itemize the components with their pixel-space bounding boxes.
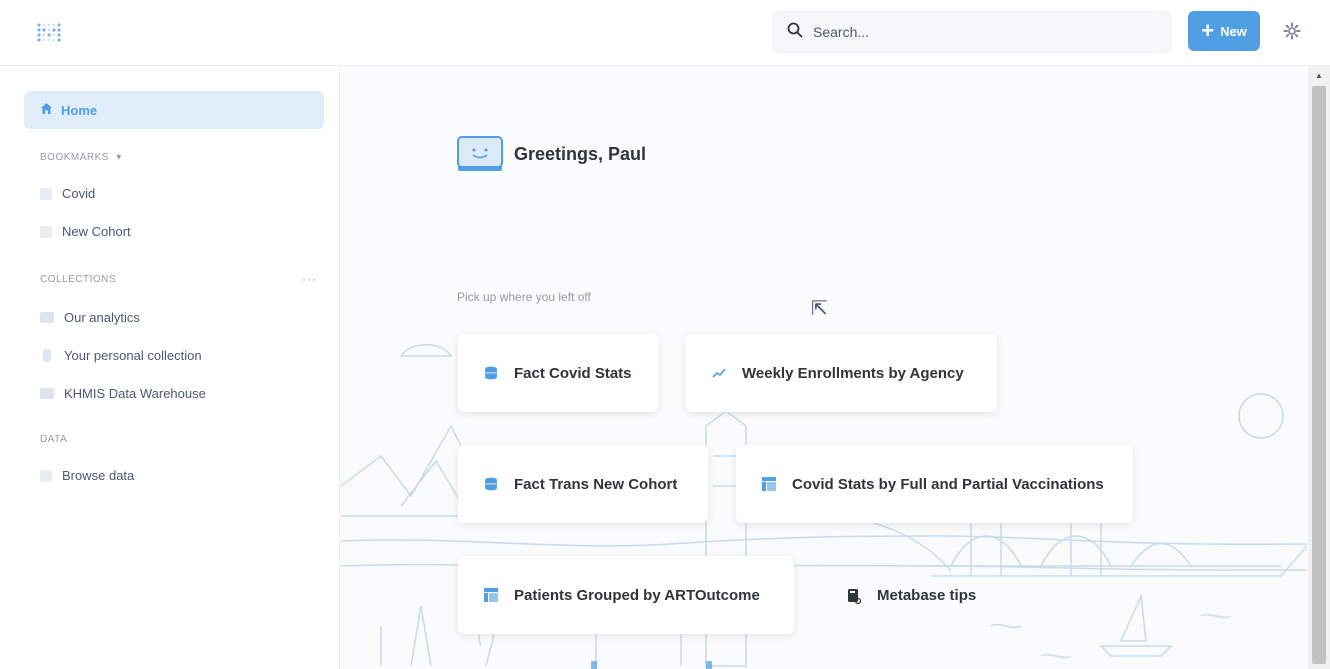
database-table-icon xyxy=(484,477,498,491)
more-options-icon[interactable]: ··· xyxy=(302,272,317,286)
card-label: Fact Trans New Cohort xyxy=(514,475,678,493)
plus-icon: + xyxy=(1201,18,1215,43)
card-label: Fact Covid Stats xyxy=(514,364,632,382)
collections-section-header: COLLECTIONS xyxy=(40,274,116,285)
sidebar-item-label: Covid xyxy=(62,186,96,201)
pivot-table-icon xyxy=(762,477,776,491)
sidebar: Home BOOKMARKS ▾ Covid New Cohort COLLEC… xyxy=(0,66,340,669)
sidebar-item-label: Browse data xyxy=(62,468,135,483)
search-icon xyxy=(787,22,803,43)
card-label: Metabase tips xyxy=(877,586,977,604)
metabase-tips-card[interactable]: Metabase tips xyxy=(821,556,1006,634)
line-chart-icon xyxy=(712,366,726,380)
home-icon xyxy=(40,102,53,118)
sidebar-item-khmis-data-warehouse[interactable]: KHMIS Data Warehouse xyxy=(40,386,206,401)
bookmark-icon xyxy=(40,225,52,238)
recent-item-card[interactable]: Patients Grouped by ARTOutcome xyxy=(458,556,794,634)
search-input[interactable] xyxy=(813,24,1153,40)
main-content: Greetings, Paul Pick up where you left o… xyxy=(341,66,1307,669)
recent-item-card[interactable]: Fact Trans New Cohort xyxy=(458,445,708,523)
sidebar-item-label: Your personal collection xyxy=(64,348,202,363)
sidebar-item-label: Home xyxy=(61,102,98,118)
sidebar-item-label: Our analytics xyxy=(64,310,140,325)
bookmarks-label: BOOKMARKS xyxy=(40,152,109,163)
collections-label: COLLECTIONS xyxy=(40,274,117,285)
sidebar-item-covid[interactable]: Covid xyxy=(40,186,95,201)
database-table-icon xyxy=(484,366,498,380)
recent-item-card[interactable]: Fact Covid Stats xyxy=(458,334,658,412)
greeting-smiley-icon xyxy=(457,136,503,172)
card-label: Covid Stats by Full and Partial Vaccinat… xyxy=(792,475,1104,493)
database-icon xyxy=(40,469,52,482)
sidebar-item-label: New Cohort xyxy=(62,224,131,239)
metabase-logo-icon[interactable] xyxy=(34,20,68,46)
sidebar-item-home[interactable]: Home xyxy=(24,91,324,129)
sidebar-item-personal-collection[interactable]: Your personal collection xyxy=(40,348,202,363)
data-label: DATA xyxy=(40,434,68,445)
bookmark-icon xyxy=(40,187,52,200)
card-label: Patients Grouped by ARTOutcome xyxy=(514,586,760,604)
folder-icon xyxy=(40,388,54,399)
new-button[interactable]: + New xyxy=(1188,11,1260,51)
recent-item-card[interactable]: Weekly Enrollments by Agency xyxy=(686,334,997,412)
top-nav-bar: + New xyxy=(0,0,1330,66)
scrollbar-thumb[interactable] xyxy=(1312,86,1326,664)
pivot-table-icon xyxy=(484,588,498,602)
vertical-scrollbar[interactable]: ▲ xyxy=(1308,66,1330,669)
mouse-cursor-icon: ⇱ xyxy=(811,298,828,320)
search-bar[interactable] xyxy=(772,11,1172,53)
greeting-heading: Greetings, Paul xyxy=(514,144,647,164)
sidebar-item-label: KHMIS Data Warehouse xyxy=(64,386,206,401)
data-section-header: DATA xyxy=(40,434,67,445)
folder-icon xyxy=(40,312,54,323)
book-icon xyxy=(847,588,862,605)
sidebar-item-our-analytics[interactable]: Our analytics xyxy=(40,310,140,325)
sidebar-item-browse-data[interactable]: Browse data xyxy=(40,468,134,483)
chevron-down-icon: ▾ xyxy=(116,152,122,163)
recent-item-card[interactable]: Covid Stats by Full and Partial Vaccinat… xyxy=(736,445,1133,523)
sidebar-item-new-cohort[interactable]: New Cohort xyxy=(40,224,131,239)
pickup-label: Pick up where you left off xyxy=(457,290,591,304)
new-button-label: New xyxy=(1220,23,1247,39)
person-icon xyxy=(43,349,51,362)
scroll-up-arrow-icon[interactable]: ▲ xyxy=(1308,66,1330,86)
gear-icon[interactable] xyxy=(1282,22,1302,42)
card-label: Weekly Enrollments by Agency xyxy=(742,364,964,382)
bookmarks-section-header[interactable]: BOOKMARKS ▾ xyxy=(40,152,122,163)
